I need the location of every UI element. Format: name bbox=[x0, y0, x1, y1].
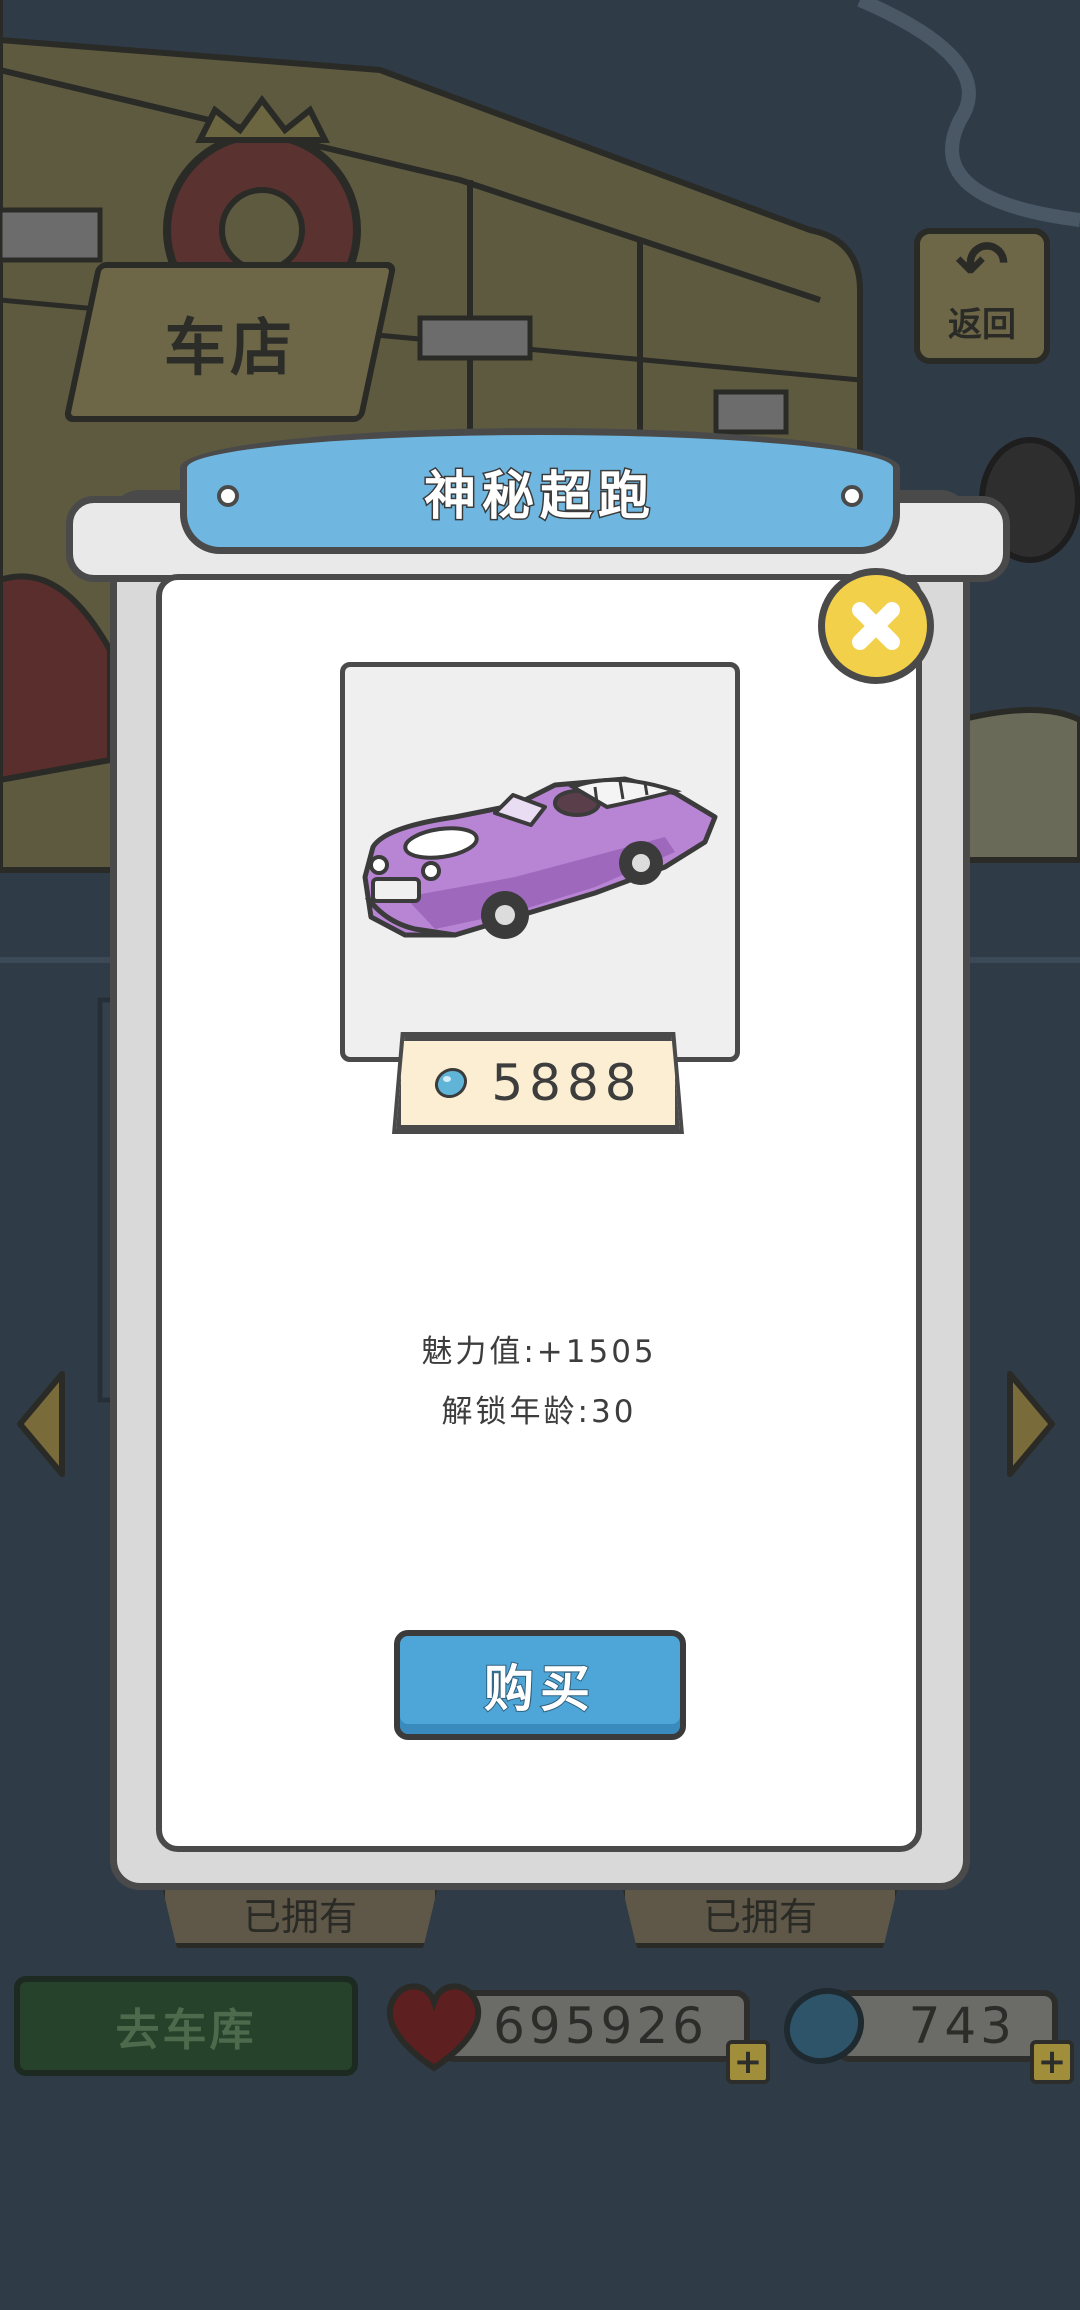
unlock-age-text: 解锁年龄:30 bbox=[441, 1394, 637, 1430]
plus-icon: + bbox=[1037, 2042, 1067, 2082]
rivet-icon bbox=[841, 485, 863, 507]
gem-icon bbox=[435, 1067, 468, 1099]
gems-value: 743 bbox=[908, 1997, 1016, 2055]
store-sign-label: 车店 bbox=[163, 311, 296, 384]
plus-icon: + bbox=[733, 2042, 763, 2082]
back-button[interactable]: ↶ 返回 bbox=[914, 228, 1050, 364]
charm-value-text: 魅力值:+1505 bbox=[421, 1334, 657, 1370]
gem-coin-icon bbox=[783, 1987, 865, 2065]
back-button-label: 返回 bbox=[948, 305, 1016, 345]
close-x-icon bbox=[852, 602, 900, 650]
garage-button-label: 去车库 bbox=[115, 2005, 257, 2056]
hearts-value: 695926 bbox=[493, 1997, 708, 2055]
next-arrow-icon[interactable] bbox=[1004, 1370, 1058, 1478]
add-gems-button[interactable]: + bbox=[1030, 2040, 1074, 2084]
heart-icon bbox=[386, 1983, 482, 2072]
rivet-icon bbox=[217, 485, 239, 507]
owned-tag-left-label: 已拥有 bbox=[242, 1894, 357, 1939]
buy-button-label: 购买 bbox=[483, 1659, 596, 1719]
back-arrow-icon: ↶ bbox=[955, 228, 1009, 302]
car-preview-card bbox=[340, 662, 740, 1062]
price-value: 5888 bbox=[491, 1054, 643, 1112]
purple-sports-car-image bbox=[362, 776, 718, 939]
add-hearts-button[interactable]: + bbox=[726, 2040, 770, 2084]
owned-tag-right-label: 已拥有 bbox=[702, 1894, 817, 1939]
price-tag: 5888 bbox=[396, 1036, 680, 1130]
dialog-title: 神秘超跑 bbox=[422, 465, 656, 528]
go-to-garage-button[interactable]: 去车库 bbox=[14, 1976, 358, 2076]
close-button[interactable] bbox=[818, 568, 934, 684]
previous-arrow-icon[interactable] bbox=[14, 1370, 68, 1478]
dialog-title-banner: 神秘超跑 bbox=[180, 428, 900, 554]
store-sign: 车店 bbox=[62, 262, 398, 422]
buy-button[interactable]: 购买 bbox=[394, 1630, 686, 1740]
